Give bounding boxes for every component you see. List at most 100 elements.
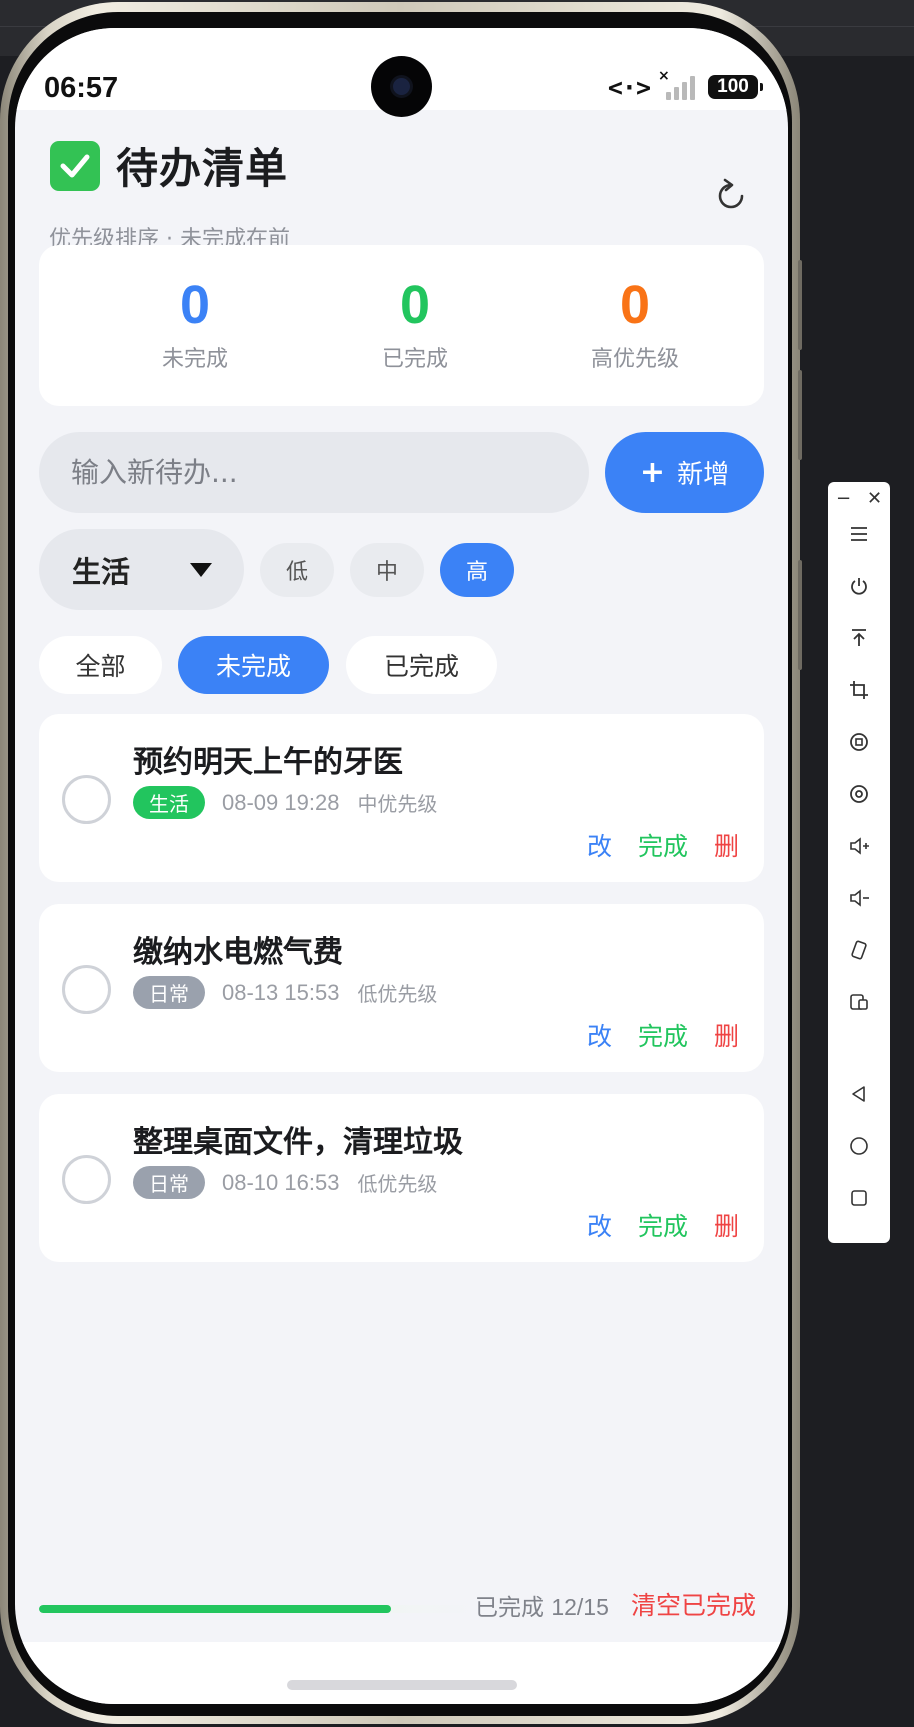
delete-button[interactable]: 删 [714,1207,739,1243]
complete-button[interactable]: 完成 [638,1207,688,1243]
signal-icon: × [658,68,700,100]
stat-done: 0 已完成 [315,275,515,373]
volume-up-key [798,260,802,350]
power-button[interactable] [828,566,890,606]
complete-button[interactable]: 完成 [638,827,688,863]
edit-button[interactable]: 改 [587,1017,612,1053]
stat-done-label: 已完成 [381,347,448,372]
stat-pending-label: 未完成 [161,347,228,372]
clear-completed-button[interactable]: 清空已完成 [631,1586,756,1622]
progress-label: 已完成 [475,1595,544,1621]
rotate-icon [850,733,868,751]
todo-item: 预约明天上午的牙医 生活 08-09 19:28 中优先级 改 完成 删 [39,714,764,882]
delete-button[interactable]: 删 [714,1017,739,1053]
volume-down-icon [850,889,869,907]
back-button[interactable] [828,1074,890,1114]
record-icon [850,785,868,803]
volume-down-key [798,370,802,460]
power-key [798,560,802,670]
crop-icon [850,681,868,699]
new-todo-input[interactable] [39,432,589,513]
minimize-icon[interactable]: − [836,488,851,509]
app-header: 待办清单 [50,135,288,196]
category-badge: 日常 [133,976,205,1009]
home-indicator[interactable] [287,1680,517,1690]
todo-meta: 日常 08-10 16:53 低优先级 [133,1166,437,1199]
progress-count: 12/15 [551,1594,609,1620]
screen-mirror-icon [850,994,868,1010]
todo-datetime: 08-09 19:28 [222,789,340,815]
todo-priority: 低优先级 [357,982,438,1006]
category-dropdown[interactable]: 生活 [39,529,244,610]
volume-up-icon [850,837,869,855]
rotate-button[interactable] [828,722,890,762]
category-selected: 生活 [72,554,131,589]
upload-button[interactable] [828,618,890,658]
checkmark-icon [50,140,100,191]
todo-actions: 改 完成 删 [587,1207,739,1243]
edit-button[interactable]: 改 [587,827,612,863]
close-icon[interactable]: ✕ [867,488,882,509]
todo-checkbox[interactable] [62,1155,111,1204]
stat-high-value: 0 [619,275,651,335]
progress-text: 已完成 12/15 [475,1588,609,1622]
upload-icon [852,629,866,646]
recents-button[interactable] [828,1178,890,1218]
stats-card: 0 未完成 0 已完成 0 高优先级 [39,245,764,406]
stat-pending: 0 未完成 [95,275,295,373]
front-camera [371,56,432,117]
caret-down-icon [190,563,212,577]
status-bar: 06:57 <·> × 100 [15,28,788,117]
edit-button[interactable]: 改 [587,1207,612,1243]
stat-high-priority: 0 高优先级 [535,275,735,373]
crop-button[interactable] [828,670,890,710]
tab-pending[interactable]: 未完成 [178,636,329,694]
todo-actions: 改 完成 删 [587,1017,739,1053]
todo-checkbox[interactable] [62,965,111,1014]
emulator-toolbar-header: − ✕ [828,482,890,514]
home-button[interactable] [828,1126,890,1166]
menu-icon [851,527,867,541]
plus-icon: + [639,455,666,490]
todo-datetime: 08-10 16:53 [222,1169,340,1195]
todo-actions: 改 完成 删 [587,827,739,863]
rotate-device-button[interactable] [828,930,890,970]
recents-square-icon [851,1190,867,1206]
power-icon [851,578,867,595]
todo-meta: 日常 08-13 15:53 低优先级 [133,976,437,1009]
todo-title: 整理桌面文件，清理垃圾 [133,1125,463,1160]
todo-checkbox[interactable] [62,775,111,824]
battery-icon: 100 [708,75,763,99]
delete-button[interactable]: 删 [714,827,739,863]
progress-fill [39,1605,391,1613]
priority-high-button[interactable]: 高 [440,543,514,597]
volume-up-button[interactable] [828,826,890,866]
complete-button[interactable]: 完成 [638,1017,688,1053]
tab-all[interactable]: 全部 [39,636,162,694]
screen-mirror-button[interactable] [828,982,890,1022]
home-circle-icon [850,1137,868,1155]
todo-title: 缴纳水电燃气费 [133,935,343,970]
volume-down-button[interactable] [828,878,890,918]
todo-meta: 生活 08-09 19:28 中优先级 [133,786,437,819]
menu-button[interactable] [828,514,890,554]
stat-pending-value: 0 [179,275,211,335]
status-icons: <·> × 100 [607,68,763,102]
todo-title: 预约明天上午的牙医 [133,745,403,780]
category-badge: 日常 [133,1166,205,1199]
todo-datetime: 08-13 15:53 [222,979,340,1005]
add-todo-button[interactable]: + 新增 [605,432,764,513]
back-triangle-icon [852,1086,865,1102]
record-button[interactable] [828,774,890,814]
priority-medium-button[interactable]: 中 [350,543,424,597]
stat-done-value: 0 [399,275,431,335]
phone-screen: 06:57 <·> × 100 待办清单 优先级排序 · 未完成在前 0 未完成… [15,28,788,1704]
data-transfer-icon: <·> [607,72,651,102]
page-title: 待办清单 [116,144,289,193]
progress-bar [39,1605,479,1613]
tab-completed[interactable]: 已完成 [346,636,497,694]
todo-item: 整理桌面文件，清理垃圾 日常 08-10 16:53 低优先级 改 完成 删 [39,1094,764,1262]
todo-priority: 中优先级 [357,792,438,816]
refresh-button[interactable] [706,171,756,221]
priority-low-button[interactable]: 低 [260,543,334,597]
